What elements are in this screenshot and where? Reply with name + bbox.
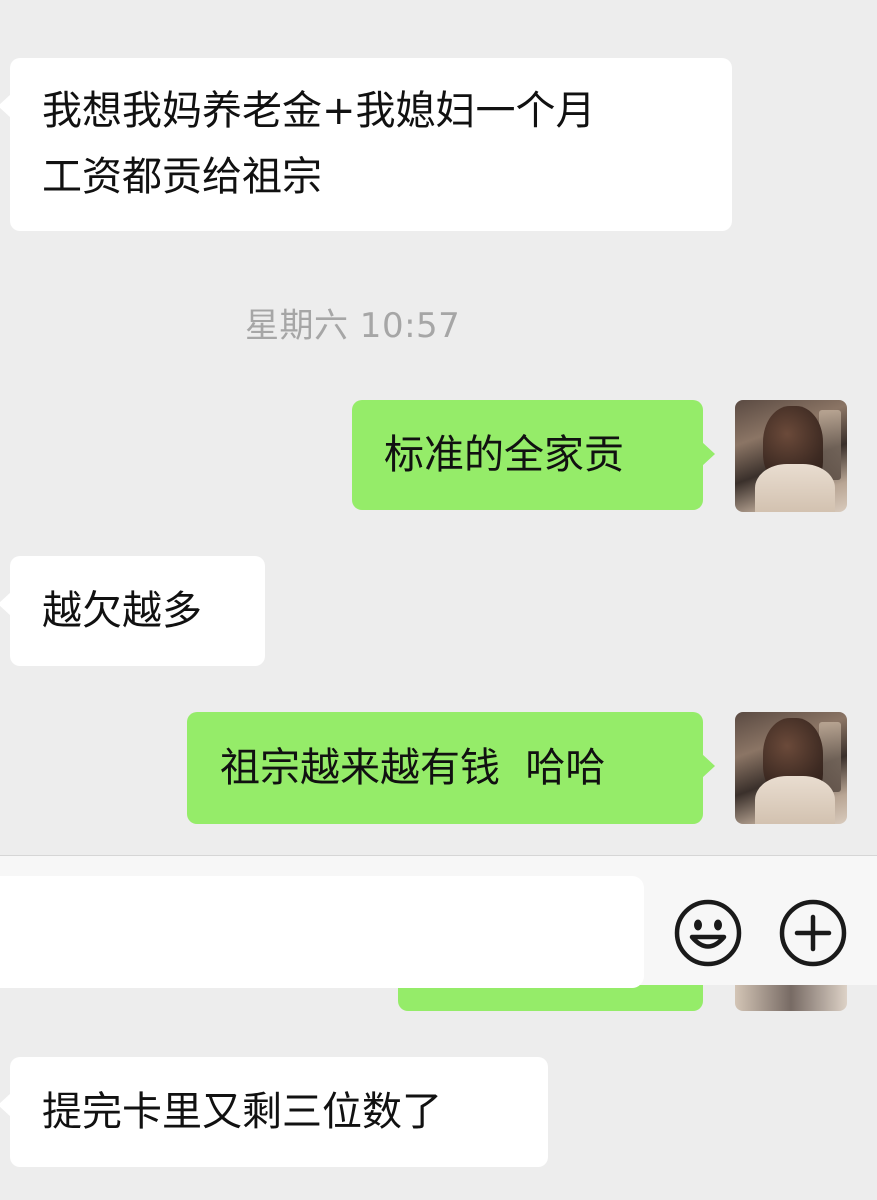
plus-circle-icon[interactable] [778,898,848,968]
outgoing-message-bubble[interactable]: 祖宗越来越有钱 哈哈 [187,712,715,824]
outgoing-message-bubble[interactable]: 标准的全家贡 [352,400,715,510]
user-avatar[interactable] [735,400,847,512]
message-text: 标准的全家贡 [384,432,624,478]
message-text-line: 工资都贡给祖宗 [42,154,322,200]
incoming-message-bubble[interactable]: 越欠越多 [0,556,265,666]
chat-message-area: 我想我妈养老金+我媳妇一个月 工资都贡给祖宗 星期六 10:57 标准的全家贡 … [0,0,877,1200]
message-input[interactable] [0,876,644,988]
user-avatar[interactable] [735,712,847,824]
message-text-line: 我想我妈养老金+我媳妇一个月 [42,88,596,134]
message-text: 祖宗越来越有钱 哈哈 [220,745,606,791]
message-text: 提完卡里又剩三位数了 [42,1089,442,1135]
incoming-message-bubble[interactable]: 我想我妈养老金+我媳妇一个月 工资都贡给祖宗 [0,58,732,231]
message-text: 越欠越多 [42,588,202,634]
smiley-face-icon[interactable] [673,898,743,968]
incoming-message-bubble[interactable]: 提完卡里又剩三位数了 [0,1057,548,1167]
message-timestamp: 星期六 10:57 [245,306,461,346]
hidden-user-avatar [735,985,847,1011]
